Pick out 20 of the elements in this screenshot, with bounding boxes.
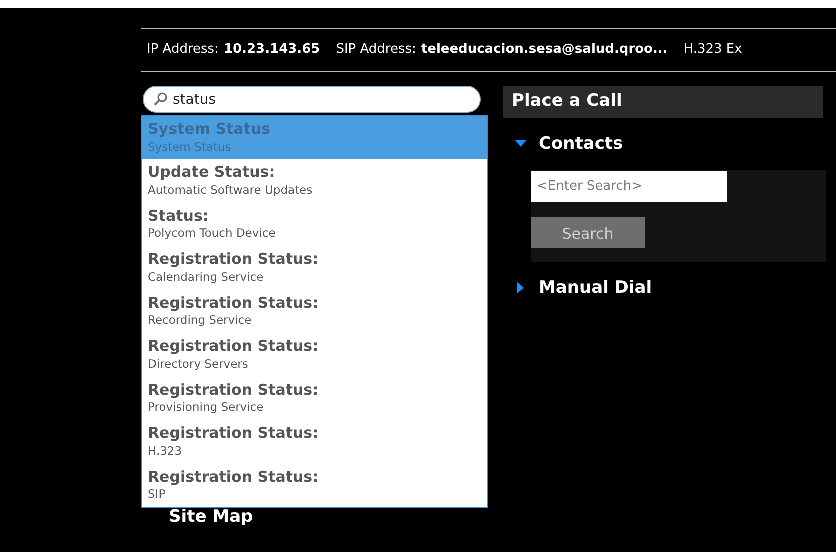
- info-value: 10.23.143.65: [224, 41, 320, 60]
- info-label: IP Address:: [147, 41, 219, 60]
- suggestion-item[interactable]: Status: Polycom Touch Device: [142, 202, 487, 246]
- section-header[interactable]: Contacts: [503, 132, 836, 158]
- suggestion-item[interactable]: Registration Status: Directory Servers: [142, 333, 487, 377]
- panel-header: Place a Call: [503, 86, 823, 118]
- suggestion-item[interactable]: Registration Status: SIP: [142, 464, 487, 507]
- suggestion-item[interactable]: Registration Status: H.323: [142, 420, 487, 464]
- search-icon: [154, 92, 168, 106]
- info-label: SIP Address:: [336, 41, 416, 60]
- suggestion-item[interactable]: Registration Status: Calendaring Service: [142, 246, 487, 290]
- search-field[interactable]: status: [143, 86, 481, 113]
- section-header[interactable]: Manual Dial: [503, 276, 836, 301]
- info-value: teleeducacion.sesa@salud.qroo...: [421, 41, 668, 60]
- suggestion-item[interactable]: Registration Status: Provisioning Service: [142, 376, 487, 420]
- info-label: H.323 Ex: [684, 41, 742, 60]
- contact-search-field[interactable]: <Enter Search>: [531, 170, 727, 202]
- suggestion-item[interactable]: Update Status: Automatic Software Updates: [142, 159, 487, 203]
- sidebar-item[interactable]: Site Map: [169, 505, 254, 530]
- suggestion-item[interactable]: Registration Status: Recording Service: [142, 290, 487, 334]
